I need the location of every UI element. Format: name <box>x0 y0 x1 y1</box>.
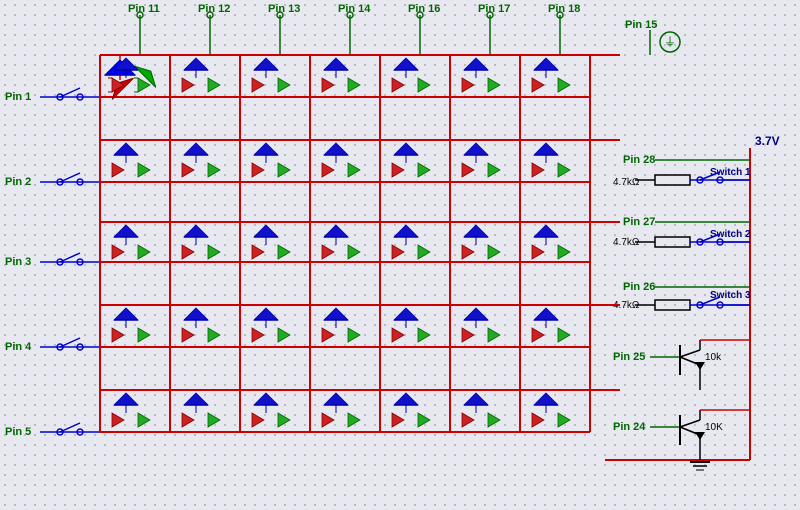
led-cell-r5c3 <box>252 393 290 427</box>
pin-12-label: Pin 12 <box>198 3 230 15</box>
led-cell-r5c4 <box>322 393 360 427</box>
led-cell-r5c5 <box>392 393 430 427</box>
led-cell-r2c6 <box>462 143 500 177</box>
led-cell-r3c5 <box>392 225 430 259</box>
pin-4-label: Pin 4 <box>5 341 32 353</box>
pin-27-label: Pin 27 <box>623 216 655 228</box>
pin-24-label: Pin 24 <box>613 421 646 433</box>
led-cell-r5c7 <box>532 393 570 427</box>
pin-14-label: Pin 14 <box>338 3 371 15</box>
pin-28-label: Pin 28 <box>623 154 655 166</box>
switch-2-label: Switch 2 <box>710 229 751 240</box>
pin-5-label: Pin 5 <box>5 426 31 438</box>
led-cell-r2c4 <box>322 143 360 177</box>
led-cell-r1c7 <box>532 58 570 92</box>
pin-25-label: Pin 25 <box>613 351 645 363</box>
led-cell-r3c3 <box>252 225 290 259</box>
voltage-label: 3.7V <box>755 134 780 148</box>
led-cell-r5c6 <box>462 393 500 427</box>
transistor-2-label: 10K <box>705 422 723 433</box>
pin-11-label: Pin 11 <box>128 3 160 15</box>
pin-16-label: Pin 16 <box>408 3 440 15</box>
pin-18-label: Pin 18 <box>548 3 580 15</box>
led-cell-r2c2 <box>182 143 220 177</box>
pin-3-label: Pin 3 <box>5 256 31 268</box>
pin-26-label: Pin 26 <box>623 281 655 293</box>
led-cell-r1c2 <box>182 58 220 92</box>
schematic-canvas: Pin 11 Pin 12 Pin 13 Pin 14 Pin 16 Pin 1… <box>0 0 800 510</box>
svg-text:⏚: ⏚ <box>664 35 676 49</box>
led-cell-r2c3 <box>252 143 290 177</box>
led-cell-r2c5 <box>392 143 430 177</box>
led-cell-r2c1 <box>112 143 150 177</box>
pin-15-label: Pin 15 <box>625 19 657 31</box>
resistor-1-label: 4.7kΩ <box>613 177 640 188</box>
pin-17-label: Pin 17 <box>478 3 510 15</box>
led-cell-r3c2 <box>182 225 220 259</box>
switch-1-label: Switch 1 <box>710 167 751 178</box>
led-cell-r4c2 <box>182 308 220 342</box>
led-cell-r4c5 <box>392 308 430 342</box>
led-cell-r1c6 <box>462 58 500 92</box>
led-cell-r4c1 <box>112 308 150 342</box>
switch-3-label: Switch 3 <box>710 290 751 301</box>
led-cell-r3c1 <box>112 225 150 259</box>
transistor-1-label: 10k <box>705 352 722 363</box>
led-cell-r3c4 <box>322 225 360 259</box>
led-cell-r4c6 <box>462 308 500 342</box>
led-cell-r5c1 <box>112 393 150 427</box>
led-cell-r1c4 <box>322 58 360 92</box>
led-cell-r1c3 <box>252 58 290 92</box>
led-cell-r3c6 <box>462 225 500 259</box>
led-cell-r4c3 <box>252 308 290 342</box>
pin-13-label: Pin 13 <box>268 3 300 15</box>
led-cell-r2c7 <box>532 143 570 177</box>
led-cell-r4c4 <box>322 308 360 342</box>
led-cell-r4c7 <box>532 308 570 342</box>
pin-2-label: Pin 2 <box>5 176 31 188</box>
led-cell-r1c5 <box>392 58 430 92</box>
led-cell-r5c2 <box>182 393 220 427</box>
led-cell-r3c7 <box>532 225 570 259</box>
pin-1-label: Pin 1 <box>5 91 31 103</box>
